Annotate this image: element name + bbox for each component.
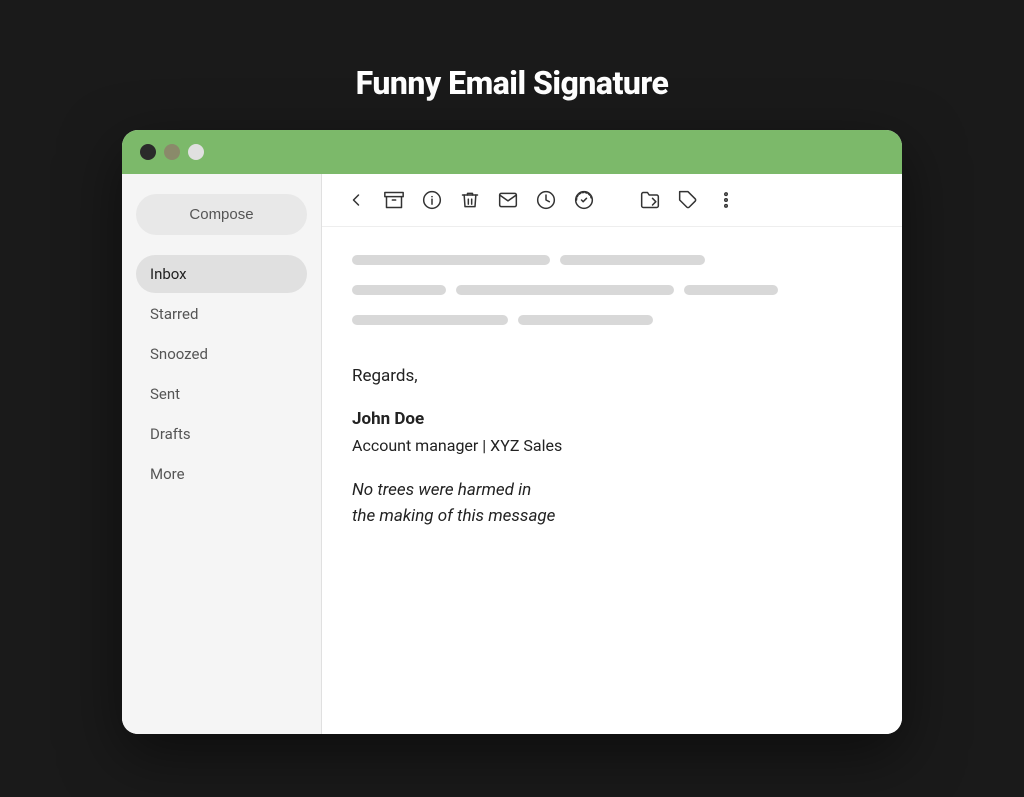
sidebar: Compose Inbox Starred Snoozed Sent Draft…: [122, 174, 322, 734]
info-icon[interactable]: [422, 190, 442, 210]
move-folder-icon[interactable]: [640, 190, 660, 210]
skeleton-line: [352, 285, 446, 295]
sidebar-item-inbox[interactable]: Inbox: [136, 255, 307, 293]
email-body: Regards, John Doe Account manager | XYZ …: [322, 227, 902, 558]
funny-signature-line1: No trees were harmed in: [352, 478, 872, 504]
page-title: Funny Email Signature: [356, 64, 669, 102]
back-icon[interactable]: [346, 190, 366, 210]
close-button[interactable]: [140, 144, 156, 160]
mail-icon[interactable]: [498, 190, 518, 210]
skeleton-line: [684, 285, 778, 295]
browser-body: Compose Inbox Starred Snoozed Sent Draft…: [122, 174, 902, 734]
skeleton-line: [456, 285, 674, 295]
email-header-skeleton: [352, 255, 872, 335]
toolbar: [322, 174, 902, 227]
archive-icon[interactable]: [384, 190, 404, 210]
sidebar-item-starred[interactable]: Starred: [136, 295, 307, 333]
browser-titlebar: [122, 130, 902, 174]
clock-icon[interactable]: [536, 190, 556, 210]
browser-window: Compose Inbox Starred Snoozed Sent Draft…: [122, 130, 902, 734]
check-circle-icon[interactable]: [574, 190, 594, 210]
email-content: Regards, John Doe Account manager | XYZ …: [352, 363, 872, 530]
minimize-button[interactable]: [164, 144, 180, 160]
more-icon[interactable]: [716, 190, 736, 210]
compose-button[interactable]: Compose: [136, 194, 307, 235]
sidebar-item-more[interactable]: More: [136, 455, 307, 493]
label-icon[interactable]: [678, 190, 698, 210]
delete-icon[interactable]: [460, 190, 480, 210]
signature-title: Account manager | XYZ Sales: [352, 433, 872, 459]
sidebar-item-sent[interactable]: Sent: [136, 375, 307, 413]
sidebar-item-snoozed[interactable]: Snoozed: [136, 335, 307, 373]
sidebar-item-drafts[interactable]: Drafts: [136, 415, 307, 453]
skeleton-line: [352, 255, 550, 265]
main-content: Regards, John Doe Account manager | XYZ …: [322, 174, 902, 734]
maximize-button[interactable]: [188, 144, 204, 160]
regards-text: Regards,: [352, 363, 872, 390]
skeleton-line: [560, 255, 706, 265]
signature-name: John Doe: [352, 406, 872, 433]
skeleton-line: [518, 315, 653, 325]
funny-signature-line2: the making of this message: [352, 504, 872, 530]
skeleton-line: [352, 315, 508, 325]
